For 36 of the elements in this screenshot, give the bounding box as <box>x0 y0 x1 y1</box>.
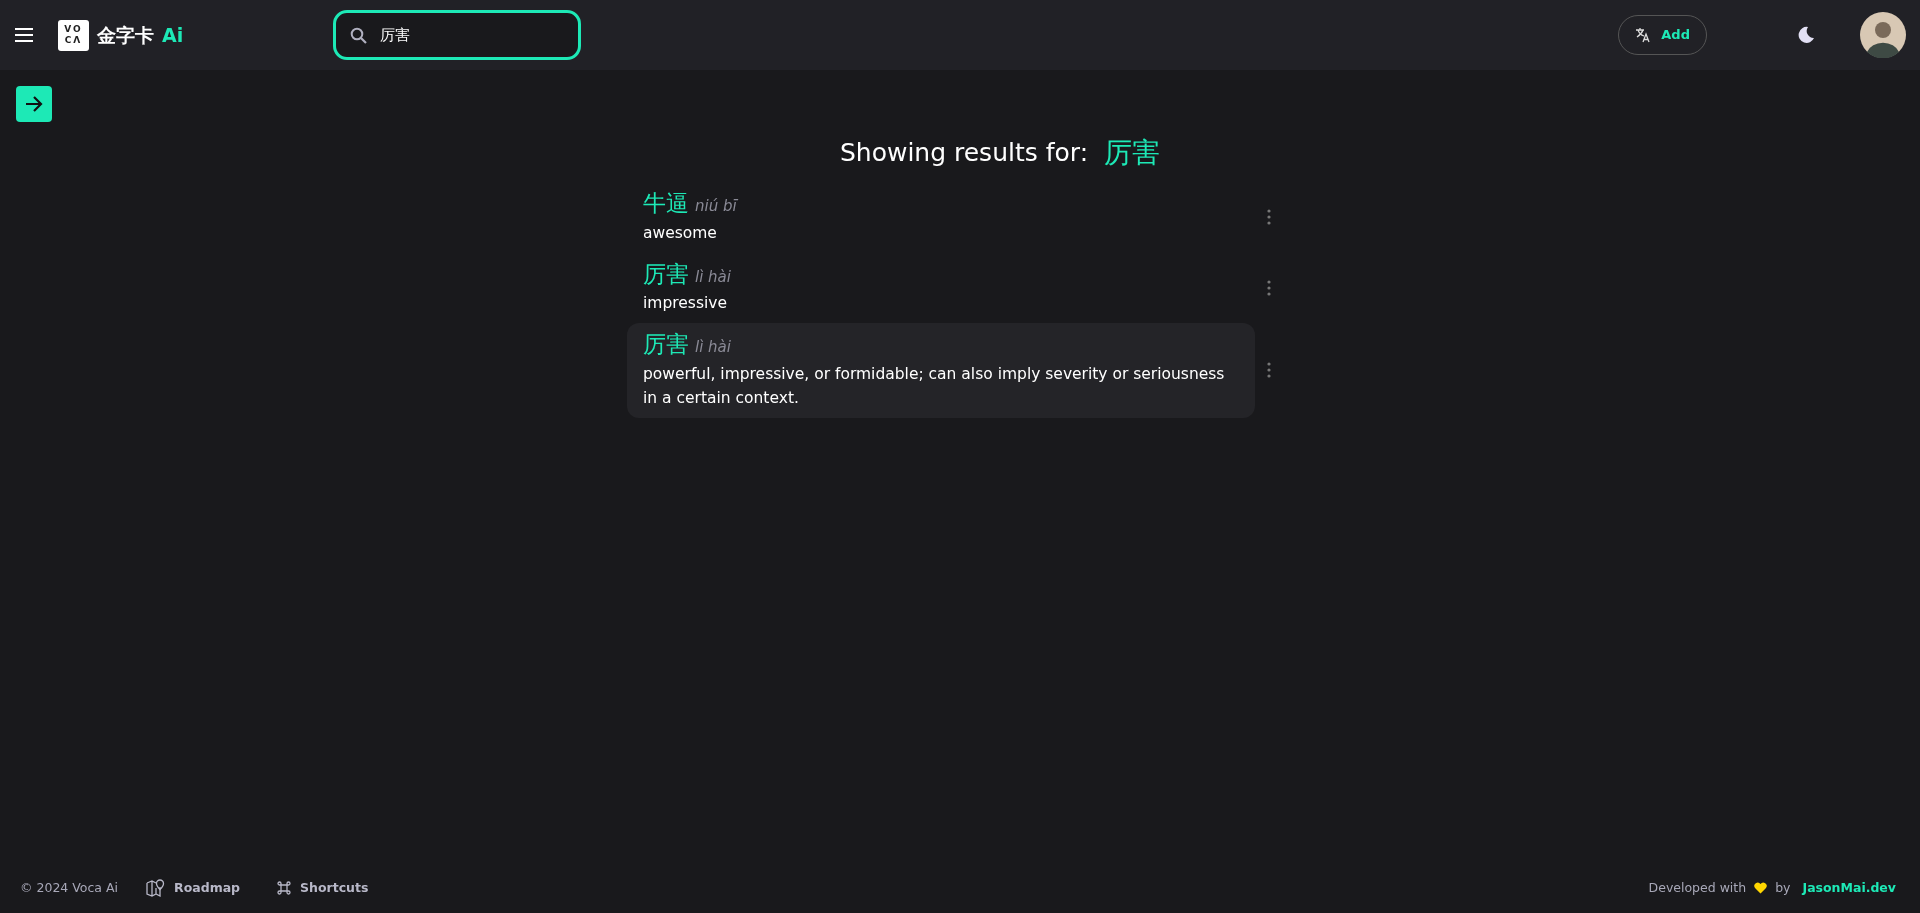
command-key-icon <box>276 880 293 896</box>
roadmap-link[interactable]: Roadmap <box>146 878 241 898</box>
logo-mark[interactable]: VO CΛ <box>58 19 89 51</box>
shortcuts-link[interactable]: Shortcuts <box>276 878 369 898</box>
moon-icon[interactable] <box>1797 26 1815 44</box>
more-vertical-icon <box>1267 279 1271 296</box>
author-link[interactable]: JasonMai.dev <box>1802 878 1896 898</box>
logo-suffix: Ai <box>162 22 184 48</box>
copyright-text: © 2024 Voca Ai <box>20 878 119 897</box>
chinese-word: 牛逼 <box>643 189 689 218</box>
pinyin-text: lì hài <box>695 337 731 359</box>
arrow-right-icon <box>24 95 44 113</box>
search-query: 厉害 <box>1104 135 1161 171</box>
avatar-icon[interactable] <box>1860 12 1906 58</box>
logo-text[interactable]: 金字卡 <box>97 20 154 50</box>
chinese-word: 厉害 <box>643 330 689 360</box>
map-pin-icon <box>146 879 167 897</box>
result-item[interactable]: 厉害 lì hài powerful, impressive, or formidable; can also imply severity or seriousness in a certain context. <box>627 323 1255 418</box>
definition-text: awesome <box>643 222 718 244</box>
more-vertical-icon <box>1267 209 1271 226</box>
pinyin-text: niú bī <box>695 196 737 217</box>
arrow-button[interactable] <box>16 86 52 122</box>
menu-icon[interactable] <box>14 27 34 43</box>
more-vertical-icon <box>1267 362 1271 379</box>
credit-text: Developed with <box>1648 878 1747 897</box>
translate-icon <box>1635 27 1652 43</box>
credit-text: by <box>1775 878 1791 897</box>
pinyin-text: lì hài <box>695 266 731 288</box>
definition-text: impressive <box>643 293 728 314</box>
heart-icon <box>1754 882 1768 894</box>
results-heading: Showing results for: <box>839 137 1089 170</box>
result-item[interactable]: 厉害 lì hài impressive <box>627 252 1255 324</box>
search-field[interactable]: 厉害 <box>333 10 582 60</box>
chinese-word: 厉害 <box>643 259 689 289</box>
definition-text: powerful, impressive, or formidable; can also imply severity or seriousness in a certain context. <box>643 363 1226 409</box>
result-item[interactable]: 牛逼 niú bī awesome <box>627 182 1255 253</box>
